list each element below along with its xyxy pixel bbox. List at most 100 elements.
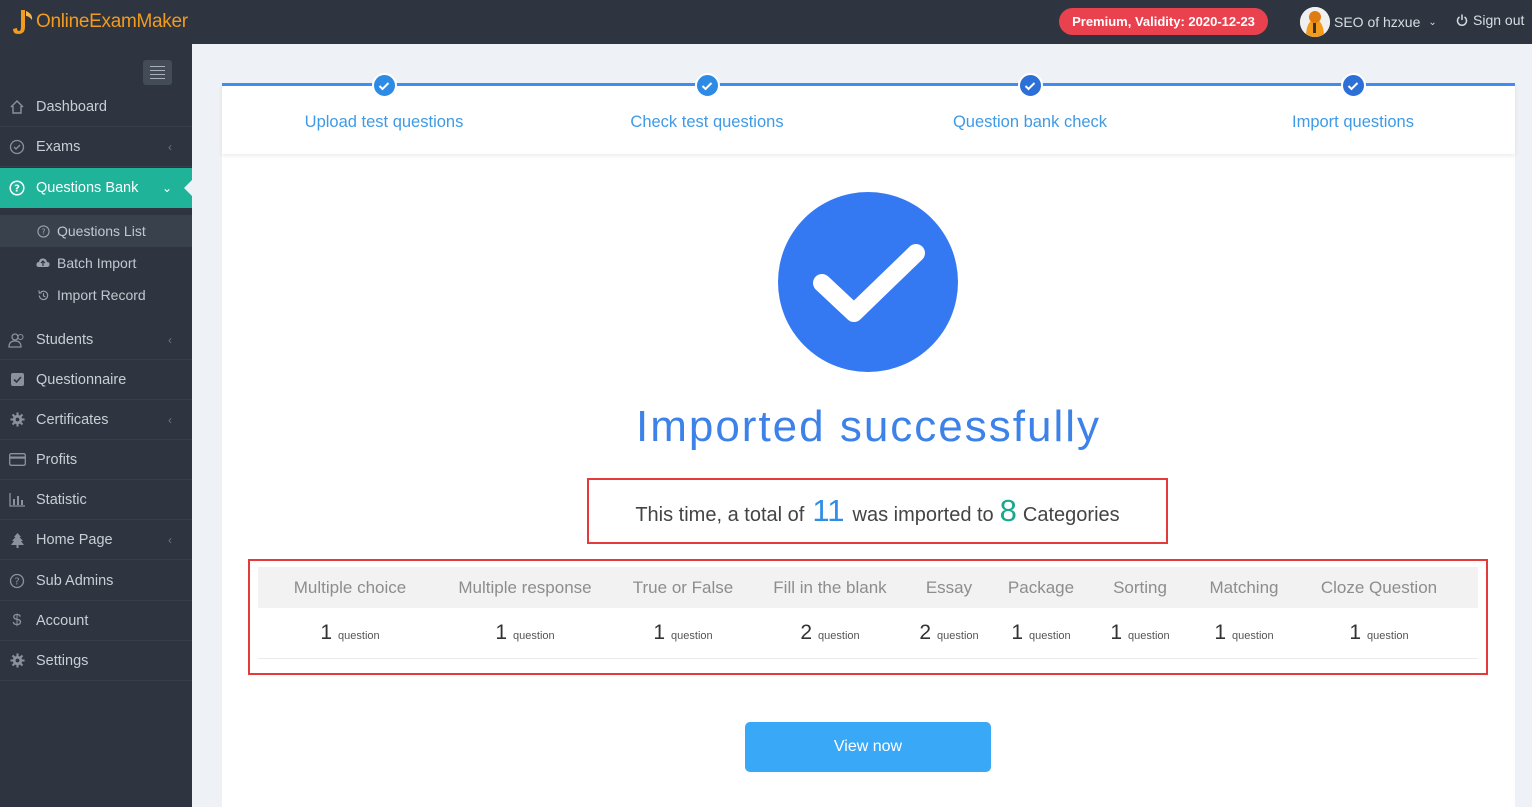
column-header: Cloze Question <box>1320 578 1438 597</box>
power-icon <box>1456 14 1468 26</box>
step-import: Import questions <box>1193 73 1513 132</box>
summary-middle: was imported to <box>852 504 994 526</box>
column-header: Multiple response <box>458 578 592 597</box>
step-upload: Upload test questions <box>224 73 544 132</box>
table-cell: 1 question <box>258 621 442 645</box>
sidebar-item-label: Questions Bank <box>36 180 139 196</box>
table-cell: 1 question <box>1194 621 1294 645</box>
sidebar-item-label: Dashboard <box>36 98 107 115</box>
count-value: 1 <box>1110 621 1123 644</box>
dollar-icon: $ <box>12 611 22 629</box>
sidebar-item-questions-bank[interactable]: ? Questions Bank ⌄ <box>0 168 193 208</box>
active-indicator <box>184 179 193 197</box>
column-header: Sorting <box>1113 578 1167 597</box>
count-unit: question <box>1232 630 1274 642</box>
history-icon <box>36 288 50 302</box>
sidebar-subitem-questions-list[interactable]: ? Questions List <box>0 215 192 247</box>
count-value: 1 <box>1349 621 1362 644</box>
count-value: 2 <box>919 621 932 644</box>
sidebar-subitem-label: Batch Import <box>57 255 137 271</box>
chevron-left-icon: ‹ <box>168 139 172 154</box>
signout-button[interactable]: Sign out <box>1456 12 1524 28</box>
logo-mark-icon <box>12 8 34 36</box>
tree-icon <box>8 531 26 549</box>
summary-highlight: This time, a total of 11 was imported to… <box>587 478 1168 544</box>
sidebar-item-students[interactable]: Students ‹ <box>0 320 192 360</box>
chevron-left-icon: ‹ <box>168 532 172 547</box>
logo[interactable]: OnlineExamMaker <box>12 7 188 37</box>
sidebar-item-statistic[interactable]: Statistic <box>0 480 192 520</box>
sidebar-subitem-import-record[interactable]: Import Record <box>0 279 192 311</box>
signout-label: Sign out <box>1473 12 1525 28</box>
table-cell: 1 question <box>608 621 758 645</box>
cloud-upload-icon <box>36 256 50 270</box>
question-type-table: Multiple choice Multiple response True o… <box>248 559 1488 675</box>
success-title: Imported successfully <box>635 402 1102 451</box>
sidebar-item-questionnaire[interactable]: Questionnaire <box>0 360 192 400</box>
sidebar-item-label: Sub Admins <box>36 572 114 589</box>
table-row: 1 question 1 question 1 question 2 question … <box>258 609 1478 659</box>
top-bar: OnlineExamMaker Premium, Validity: 2020-… <box>0 0 1532 44</box>
sidebar-item-account[interactable]: $ Account <box>0 601 192 641</box>
count-value: 1 <box>1214 621 1227 644</box>
sidebar-item-profits[interactable]: Profits <box>0 440 192 480</box>
question-circle-icon: ? <box>36 224 50 238</box>
step-bank-check: Question bank check <box>870 73 1190 132</box>
svg-text:?: ? <box>14 184 20 195</box>
table-cell: 2 question <box>902 621 996 645</box>
chevron-down-icon: ⌄ <box>1428 16 1437 28</box>
sidebar-item-label: Settings <box>36 652 89 669</box>
chevron-left-icon: ‹ <box>168 412 172 427</box>
sidebar-item-sub-admins[interactable]: ? Sub Admins <box>0 561 192 601</box>
sidebar: Dashboard Exams ‹ ? Questions Bank ⌄ ? Q… <box>0 44 193 807</box>
chevron-down-icon: ⌄ <box>161 181 172 195</box>
step-check-icon <box>694 73 720 98</box>
count-unit: question <box>818 630 860 642</box>
sidebar-item-label: Students <box>36 331 94 348</box>
count-unit: question <box>1367 630 1409 642</box>
count-value: 1 <box>495 621 508 644</box>
column-header: Matching <box>1209 578 1279 597</box>
question-circle-icon: ? <box>8 179 26 197</box>
summary-prefix: This time, a total of <box>635 504 805 526</box>
svg-text:?: ? <box>14 576 19 587</box>
table-cell: 1 question <box>996 621 1086 645</box>
view-now-button[interactable]: View now <box>745 722 991 772</box>
credit-card-icon <box>8 451 26 469</box>
count-value: 1 <box>1011 621 1024 644</box>
sidebar-item-label: Certificates <box>36 411 109 428</box>
bar-chart-icon <box>8 491 26 509</box>
step-check-icon <box>1340 73 1366 98</box>
sidebar-item-certificates[interactable]: Certificates ‹ <box>0 400 192 440</box>
checkbox-icon <box>8 371 26 389</box>
count-value: 2 <box>800 621 813 644</box>
column-header: Package <box>1007 578 1075 597</box>
success-check-icon <box>778 192 958 372</box>
table-cell: 1 question <box>442 621 608 645</box>
menu-toggle-icon[interactable] <box>143 60 172 85</box>
sidebar-subitem-label: Import Record <box>57 287 146 303</box>
count-unit: question <box>1029 630 1071 642</box>
chevron-left-icon: ‹ <box>168 332 172 347</box>
sidebar-subitem-label: Questions List <box>57 223 146 239</box>
column-header: Essay <box>925 578 973 597</box>
sidebar-item-exams[interactable]: Exams ‹ <box>0 127 192 167</box>
import-summary: This time, a total of 11 was imported to… <box>589 480 1166 542</box>
premium-badge[interactable]: Premium, Validity: 2020-12-23 <box>1059 8 1268 35</box>
sidebar-item-settings[interactable]: Settings <box>0 641 192 681</box>
sidebar-subitem-batch-import[interactable]: Batch Import <box>0 247 192 279</box>
column-header: Multiple choice <box>293 578 407 597</box>
svg-text:?: ? <box>41 227 45 236</box>
sidebar-item-label: Home Page <box>36 531 113 548</box>
table-cell: 2 question <box>758 621 902 645</box>
count-unit: question <box>671 630 713 642</box>
sidebar-item-dashboard[interactable]: Dashboard <box>0 87 192 127</box>
progress-steps: Upload test questions Check test questio… <box>222 73 1515 154</box>
logo-text: OnlineExamMaker <box>36 11 188 32</box>
step-label: Upload test questions <box>304 113 464 131</box>
sidebar-item-home-page[interactable]: Home Page ‹ <box>0 520 192 560</box>
table-cell: 1 question <box>1294 621 1464 645</box>
summary-suffix: Categories <box>1022 504 1120 526</box>
sidebar-item-label: Profits <box>36 451 78 468</box>
user-menu[interactable]: SEO of hzxue ⌄ <box>1300 6 1437 38</box>
